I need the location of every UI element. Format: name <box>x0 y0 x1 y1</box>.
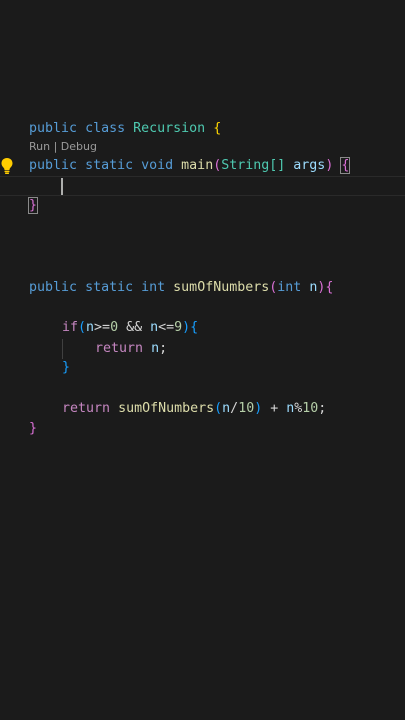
paren: ) <box>182 320 191 335</box>
variable: n <box>151 341 160 356</box>
keyword: class <box>85 121 126 136</box>
code-line-sum-decl: public static int sumOfNumbers(int n){ <box>29 278 333 298</box>
keyword: if <box>62 320 79 335</box>
operator: + <box>262 401 287 416</box>
code-line-sum-close: } <box>29 419 37 439</box>
semicolon: ; <box>159 341 168 356</box>
param-name: args <box>293 158 326 173</box>
function-name: sumOfNumbers <box>173 280 270 295</box>
semicolon: ; <box>318 401 327 416</box>
variable: n <box>86 320 95 335</box>
lightbulb-icon[interactable] <box>0 157 14 175</box>
number: 9 <box>174 320 183 335</box>
brace: { <box>190 320 199 335</box>
code-line-return-rec: return sumOfNumbers(n/10) + n%10; <box>62 399 326 419</box>
keyword: return <box>95 341 144 356</box>
keyword: static <box>85 158 134 173</box>
param-type: int <box>277 280 302 295</box>
codelens: Run | Debug <box>29 139 97 155</box>
code-line-if-close: } <box>62 358 70 378</box>
variable: n <box>150 320 159 335</box>
matched-brace: } <box>27 197 39 214</box>
run-link[interactable]: Run <box>29 140 50 153</box>
brace: { <box>325 280 334 295</box>
codelens-separator: | <box>50 140 61 153</box>
number: 0 <box>110 320 119 335</box>
operator: && <box>118 320 151 335</box>
function-name: main <box>181 158 214 173</box>
text-cursor <box>61 178 63 195</box>
number: 10 <box>302 401 319 416</box>
keyword: public <box>29 158 78 173</box>
paren: ) <box>325 158 334 173</box>
keyword: public <box>29 121 78 136</box>
code-line-class-decl: public class Recursion { <box>29 119 221 139</box>
keyword: int <box>141 280 166 295</box>
param-type: String[] <box>221 158 286 173</box>
brace: { <box>213 121 222 136</box>
keyword: void <box>141 158 174 173</box>
code-line-return-n: return n; <box>95 339 167 359</box>
brace: } <box>62 360 71 375</box>
paren: ( <box>214 401 223 416</box>
debug-link[interactable]: Debug <box>61 140 97 153</box>
function-name: sumOfNumbers <box>118 401 215 416</box>
variable: n <box>222 401 231 416</box>
matched-brace: { <box>340 157 351 174</box>
keyword: return <box>62 401 111 416</box>
operator: >= <box>94 320 111 335</box>
operator: <= <box>158 320 175 335</box>
keyword: static <box>85 280 134 295</box>
brace: } <box>29 421 38 436</box>
class-name: Recursion <box>133 121 206 136</box>
indent-guide <box>62 339 63 359</box>
code-editor[interactable]: public class Recursion { Run | Debug pub… <box>0 0 405 720</box>
code-line-main-decl: public static void main(String[] args) { <box>29 156 351 176</box>
code-line-if: if(n>=0 && n<=9){ <box>62 318 198 338</box>
paren: ( <box>78 320 87 335</box>
keyword: public <box>29 280 78 295</box>
operator: / <box>230 401 239 416</box>
code-line-main-close: } <box>27 196 39 216</box>
number: 10 <box>238 401 255 416</box>
